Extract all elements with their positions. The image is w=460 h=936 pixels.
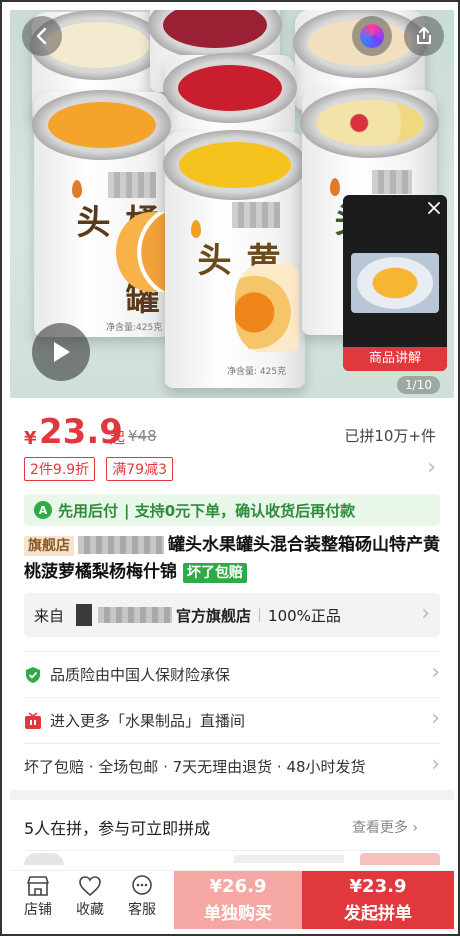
brand-logo-button[interactable] <box>352 16 392 56</box>
share-icon <box>417 27 431 44</box>
services-row[interactable]: 坏了包赔 · 全场包邮 · 7天无理由退货 · 48小时发货 › <box>24 743 440 789</box>
can-peach: 黄桃罐头 净含量: 425克 <box>163 130 307 388</box>
heart-icon <box>79 876 101 897</box>
image-counter: 1/10 <box>397 376 440 394</box>
store-authentic: 100%正品 <box>268 606 341 625</box>
insurance-text: 品质险由中国人保财险承保 <box>50 666 231 684</box>
back-button[interactable] <box>22 16 62 56</box>
close-icon[interactable] <box>427 201 441 215</box>
favorite-button[interactable]: 收藏 <box>68 875 112 919</box>
coupon-threshold[interactable]: 满79减3 <box>106 457 173 481</box>
customer-service-label: 客服 <box>128 902 156 918</box>
price-currency: ¥ <box>24 428 37 449</box>
blurred-brand <box>372 170 412 194</box>
store-prefix: 来自 <box>34 606 65 625</box>
chat-icon <box>132 875 152 895</box>
blurred-brand <box>108 172 156 198</box>
original-price: ¥48 <box>128 427 157 445</box>
chevron-right-icon: › <box>431 660 440 685</box>
play-video-button[interactable] <box>32 323 90 381</box>
live-room-row[interactable]: 进入更多「水果制品」直播间 › <box>24 697 440 743</box>
view-more-link[interactable]: 查看更多 › <box>352 817 418 837</box>
product-image-carousel[interactable]: 橘子罐头 净含量:425克 黄桃罐头 净含量: 425克 什锦罐头 <box>10 10 454 398</box>
customer-service-button[interactable]: 客服 <box>120 875 164 919</box>
favorite-label: 收藏 <box>76 902 104 918</box>
chevron-right-icon: › <box>431 706 440 731</box>
chevron-right-icon: › <box>421 601 430 626</box>
store-name: 官方旗舰店 <box>176 606 252 625</box>
play-icon <box>54 342 70 362</box>
group-buy-text: 5人在拼，参与可立即拼成 <box>24 819 211 838</box>
share-button[interactable] <box>404 16 444 56</box>
price-row: ¥ 23.9 起 ¥48 已拼10万+件 <box>24 410 436 452</box>
chevron-left-icon <box>36 27 47 45</box>
chevron-right-icon: › <box>431 752 440 777</box>
price-suffix: 起 <box>110 429 126 447</box>
buy-single-button[interactable]: ¥26.9 单独购买 <box>174 871 302 929</box>
can-orange: 橘子罐头 净含量:425克 <box>32 90 186 337</box>
pay-later-detail: | 支持0元下单，确认收货后再付款 <box>124 501 356 520</box>
store-icon <box>27 876 49 896</box>
section-divider <box>10 790 454 800</box>
blurred-store-name <box>78 536 164 554</box>
blurred-store-name <box>98 607 173 623</box>
live-mini-player[interactable]: 商品讲解 <box>343 195 447 371</box>
blurred-brand <box>232 202 280 228</box>
view-more-label: 查看更多 <box>351 820 408 836</box>
product-page: 橘子罐头 净含量:425克 黄桃罐头 净含量: 425克 什锦罐头 <box>0 0 460 936</box>
flagship-badge: 旗舰店 <box>24 536 74 556</box>
mini-player-tag: 商品讲解 <box>343 347 447 371</box>
pay-later-label: 先用后付 <box>58 501 119 520</box>
group-list-preview <box>24 850 440 865</box>
divider <box>259 608 261 622</box>
store-tab-label: 店铺 <box>24 902 52 918</box>
mini-player-thumbnail <box>351 253 439 313</box>
store-tab-button[interactable]: 店铺 <box>16 875 60 919</box>
coupon-discount[interactable]: 2件9.9折 <box>24 457 96 481</box>
single-label: 单独购买 <box>204 904 272 924</box>
group-buy-row[interactable]: 5人在拼，参与可立即拼成 查看更多 › <box>24 807 440 847</box>
store-entry[interactable]: 来自 官方旗舰店 100%正品 › <box>24 593 440 637</box>
guarantee-badge: 坏了包赔 <box>182 563 247 583</box>
bottom-action-bar: 店铺 收藏 客服 ¥26.9 单独购买 ¥23.9 发起拼单 <box>10 870 454 929</box>
sold-count: 已拼10万+件 <box>344 427 436 445</box>
shield-icon <box>24 666 42 684</box>
brand-logo-icon <box>360 24 384 48</box>
coupon-row[interactable]: 2件9.9折 满79减3 › <box>24 455 436 483</box>
chevron-right-icon: › <box>427 455 436 480</box>
start-group-buy-button[interactable]: ¥23.9 发起拼单 <box>302 871 454 929</box>
product-title: 旗舰店 罐头水果罐头混合装整箱砀山特产黄桃菠萝橘梨杨梅什锦 坏了包赔 <box>24 532 440 586</box>
pay-later-icon: A <box>34 501 52 519</box>
store-logo <box>76 604 93 626</box>
live-tv-icon <box>24 711 42 730</box>
live-room-text: 进入更多「水果制品」直播间 <box>50 712 246 730</box>
pay-later-banner[interactable]: A 先用后付 | 支持0元下单，确认收货后再付款 <box>24 494 440 526</box>
group-price: ¥23.9 <box>349 876 407 897</box>
insurance-row[interactable]: 品质险由中国人保财险承保 › <box>24 651 440 697</box>
services-text: 坏了包赔 · 全场包邮 · 7天无理由退货 · 48小时发货 <box>24 758 366 776</box>
group-label: 发起拼单 <box>344 904 412 924</box>
single-price: ¥26.9 <box>209 876 267 897</box>
